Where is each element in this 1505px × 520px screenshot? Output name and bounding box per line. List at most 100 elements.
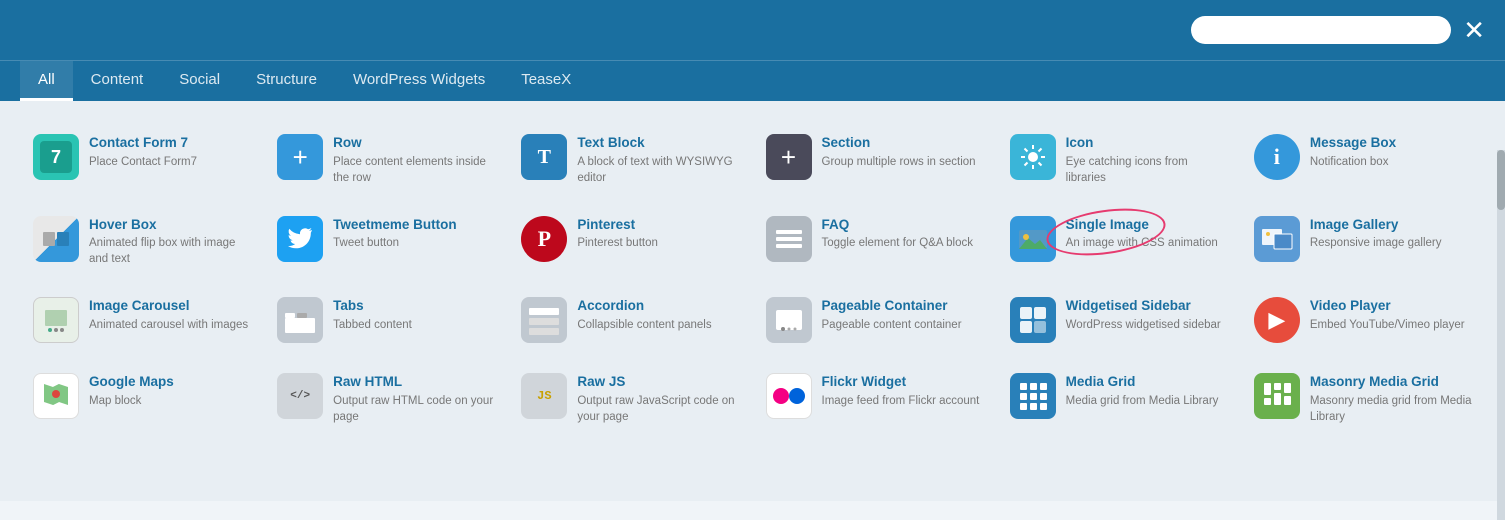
search-input[interactable] (1191, 16, 1451, 44)
element-desc: Eye catching icons from libraries (1066, 154, 1228, 186)
element-item-message-box[interactable]: iMessage BoxNotification box (1241, 119, 1485, 201)
element-icon (277, 216, 323, 262)
element-icon (1254, 373, 1300, 419)
element-icon: 7 (33, 134, 79, 180)
element-name: Row (333, 134, 495, 152)
element-item-tabs[interactable]: Tabs Tabbed content (264, 282, 508, 358)
element-name: Pageable Container (822, 297, 984, 315)
element-name: Section (822, 134, 984, 152)
element-desc: Place Contact Form7 (89, 154, 251, 170)
element-desc: Toggle element for Q&A block (822, 235, 984, 251)
element-item-media-grid[interactable]: Media Grid Media grid from Media Library (997, 358, 1241, 440)
element-desc: Map block (89, 393, 251, 409)
element-desc: Output raw HTML code on your page (333, 393, 495, 425)
element-name: Media Grid (1066, 373, 1228, 391)
element-icon (33, 297, 79, 343)
element-icon (1010, 216, 1056, 262)
tab-content[interactable]: Content (73, 61, 162, 101)
search-wrapper: 🔍 (1191, 16, 1451, 44)
element-name: Contact Form 7 (89, 134, 251, 152)
element-item-raw-html[interactable]: </> Raw HTML Output raw HTML code on your … (264, 358, 508, 440)
element-icon (521, 297, 567, 343)
element-desc: Tabbed content (333, 317, 495, 333)
elements-grid-area: 7 Contact Form 7 Place Contact Form7 + Row Pl… (0, 101, 1505, 501)
scrollbar-track[interactable] (1497, 150, 1505, 520)
element-desc: Notification box (1310, 154, 1472, 170)
element-name: Tweetmeme Button (333, 216, 495, 234)
element-name: Tabs (333, 297, 495, 315)
element-item-single-image[interactable]: Single ImageAn image with CSS animation (997, 201, 1241, 283)
element-name: Accordion (577, 297, 739, 315)
element-name: Raw HTML (333, 373, 495, 391)
element-name: Masonry Media Grid (1310, 373, 1472, 391)
element-item-image-gallery[interactable]: Image GalleryResponsive image gallery (1241, 201, 1485, 283)
element-item-faq[interactable]: FAQToggle element for Q&A block (753, 201, 997, 283)
element-item-contact-form-7[interactable]: 7 Contact Form 7 Place Contact Form7 (20, 119, 264, 201)
element-icon (33, 373, 79, 419)
element-name: Google Maps (89, 373, 251, 391)
element-icon (766, 216, 812, 262)
element-desc: Animated carousel with images (89, 317, 251, 333)
element-item-accordion[interactable]: AccordionCollapsible content panels (508, 282, 752, 358)
element-icon (766, 373, 812, 419)
element-icon: P (521, 216, 567, 262)
element-item-flickr-widget[interactable]: Flickr Widget Image feed from Flickr acco… (753, 358, 997, 440)
tab-all[interactable]: All (20, 61, 73, 101)
element-icon (1010, 373, 1056, 419)
element-icon: </> (277, 373, 323, 419)
element-name: Single Image (1066, 216, 1228, 234)
element-item-image-carousel[interactable]: Image Carousel Animated carousel with ima… (20, 282, 264, 358)
dialog-header: 🔍 ✕ (0, 0, 1505, 60)
element-item-widgetised-sidebar[interactable]: Widgetised Sidebar WordPress widgetised s… (997, 282, 1241, 358)
elements-grid: 7 Contact Form 7 Place Contact Form7 + Row Pl… (20, 119, 1485, 440)
element-desc: Pageable content container (822, 317, 984, 333)
add-element-dialog: 🔍 ✕ All Content Social Structure WordPre… (0, 0, 1505, 501)
element-icon (1010, 297, 1056, 343)
element-icon (1254, 216, 1300, 262)
element-item-tweetmeme-button[interactable]: Tweetmeme ButtonTweet button (264, 201, 508, 283)
element-name: Icon (1066, 134, 1228, 152)
element-name: Raw JS (577, 373, 739, 391)
element-desc: Media grid from Media Library (1066, 393, 1228, 409)
element-icon: JS (521, 373, 567, 419)
element-name: Video Player (1310, 297, 1472, 315)
element-name: Widgetised Sidebar (1066, 297, 1228, 315)
element-item-masonry-media-grid[interactable]: Masonry Media GridMasonry media grid fro… (1241, 358, 1485, 440)
element-item-text-block[interactable]: T Text Block A block of text with WYSIWYG … (508, 119, 752, 201)
element-item-pageable-container[interactable]: Pageable Container Pageable content conta… (753, 282, 997, 358)
element-item-raw-js[interactable]: JSRaw JSOutput raw JavaScript code on yo… (508, 358, 752, 440)
element-item-icon[interactable]: Icon Eye catching icons from libraries (997, 119, 1241, 201)
element-desc: Image feed from Flickr account (822, 393, 984, 409)
element-item-video-player[interactable]: ▶Video PlayerEmbed YouTube/Vimeo player (1241, 282, 1485, 358)
tab-teasex[interactable]: TeaseX (503, 61, 589, 101)
element-desc: Tweet button (333, 235, 495, 251)
element-icon: T (521, 134, 567, 180)
element-desc: WordPress widgetised sidebar (1066, 317, 1228, 333)
scrollbar-thumb[interactable] (1497, 150, 1505, 210)
element-desc: Group multiple rows in section (822, 154, 984, 170)
element-desc: Animated flip box with image and text (89, 235, 251, 267)
tab-wordpress-widgets[interactable]: WordPress Widgets (335, 61, 503, 101)
element-name: Image Gallery (1310, 216, 1472, 234)
element-name: Message Box (1310, 134, 1472, 152)
element-item-google-maps[interactable]: Google Maps Map block (20, 358, 264, 440)
element-name: Hover Box (89, 216, 251, 234)
element-item-hover-box[interactable]: Hover BoxAnimated flip box with image an… (20, 201, 264, 283)
element-icon: + (277, 134, 323, 180)
element-name: Pinterest (577, 216, 739, 234)
element-icon (1010, 134, 1056, 180)
element-name: Image Carousel (89, 297, 251, 315)
element-icon: ▶ (1254, 297, 1300, 343)
tab-social[interactable]: Social (161, 61, 238, 101)
close-button[interactable]: ✕ (1463, 17, 1485, 43)
element-item-row[interactable]: + Row Place content elements inside the ro… (264, 119, 508, 201)
element-item-section[interactable]: +SectionGroup multiple rows in section (753, 119, 997, 201)
element-desc: Place content elements inside the row (333, 154, 495, 186)
element-name: Flickr Widget (822, 373, 984, 391)
element-desc: Responsive image gallery (1310, 235, 1472, 251)
element-name: Text Block (577, 134, 739, 152)
element-desc: A block of text with WYSIWYG editor (577, 154, 739, 186)
element-item-pinterest[interactable]: PPinterestPinterest button (508, 201, 752, 283)
element-icon (766, 297, 812, 343)
tab-structure[interactable]: Structure (238, 61, 335, 101)
